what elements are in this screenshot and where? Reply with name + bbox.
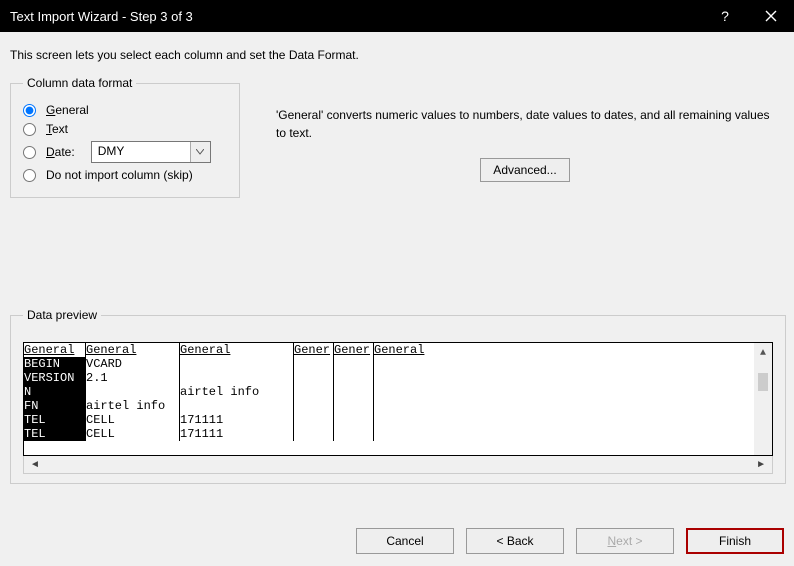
- chevron-down-icon: [190, 142, 210, 162]
- col-header[interactable]: General: [86, 343, 180, 357]
- next-button: Next >: [576, 528, 674, 554]
- col-header[interactable]: General: [374, 343, 754, 357]
- data-preview-legend: Data preview: [23, 308, 101, 322]
- table-cell: CELL: [86, 427, 180, 441]
- table-cell: 171111: [180, 413, 294, 427]
- table-row: Nairtel info: [24, 385, 754, 399]
- scroll-up-icon: ▲: [760, 347, 766, 361]
- col-header[interactable]: Gener: [294, 343, 334, 357]
- table-row: TELCELL171111: [24, 413, 754, 427]
- table-cell: VCARD: [86, 357, 180, 371]
- table-cell: [334, 385, 374, 399]
- data-preview-group: Data preview General General General Gen…: [10, 308, 786, 484]
- preview-vertical-scrollbar[interactable]: ▲: [754, 343, 772, 455]
- table-cell: [294, 371, 334, 385]
- table-cell: N: [24, 385, 86, 399]
- finish-button[interactable]: Finish: [686, 528, 784, 554]
- table-row: FNairtel info: [24, 399, 754, 413]
- scroll-left-icon: ◄: [30, 459, 40, 470]
- table-cell: [374, 399, 754, 413]
- back-button[interactable]: < Back: [466, 528, 564, 554]
- table-cell: [180, 357, 294, 371]
- table-cell: [334, 413, 374, 427]
- table-cell: FN: [24, 399, 86, 413]
- close-button[interactable]: [748, 0, 794, 32]
- column-data-format-group: Column data format General Text Date: DM…: [10, 76, 240, 198]
- col-header[interactable]: General: [24, 343, 86, 357]
- date-format-value: DMY: [92, 142, 190, 162]
- table-cell: [374, 371, 754, 385]
- table-cell: [294, 357, 334, 371]
- cancel-button[interactable]: Cancel: [356, 528, 454, 554]
- table-row: VERSION2.1: [24, 371, 754, 385]
- radio-general-input[interactable]: [23, 104, 36, 117]
- preview-horizontal-scrollbar[interactable]: ◄ ►: [23, 456, 773, 474]
- table-cell: [334, 399, 374, 413]
- table-cell: [294, 385, 334, 399]
- table-cell: [180, 371, 294, 385]
- format-hint-pane: 'General' converts numeric values to num…: [256, 76, 784, 182]
- window-title: Text Import Wizard - Step 3 of 3: [10, 9, 702, 24]
- table-cell: airtel info: [86, 399, 180, 413]
- radio-text-input[interactable]: [23, 123, 36, 136]
- table-cell: [294, 413, 334, 427]
- scroll-thumb[interactable]: [758, 373, 768, 391]
- table-cell: airtel info: [180, 385, 294, 399]
- radio-date-input[interactable]: [23, 146, 36, 159]
- dialog-button-bar: Cancel < Back Next > Finish: [0, 518, 794, 566]
- preview-header-row: General General General Gener Gener Gene…: [24, 343, 754, 357]
- table-cell: 2.1: [86, 371, 180, 385]
- title-bar: Text Import Wizard - Step 3 of 3 ?: [0, 0, 794, 32]
- table-cell: TEL: [24, 427, 86, 441]
- date-format-select[interactable]: DMY: [91, 141, 211, 163]
- table-cell: BEGIN: [24, 357, 86, 371]
- radio-date[interactable]: Date: DMY: [23, 141, 227, 163]
- radio-skip[interactable]: Do not import column (skip): [23, 168, 227, 182]
- table-cell: [374, 357, 754, 371]
- table-cell: [294, 427, 334, 441]
- col-header[interactable]: General: [180, 343, 294, 357]
- radio-general[interactable]: General: [23, 103, 227, 117]
- screen-description: This screen lets you select each column …: [10, 48, 784, 62]
- table-row: BEGINVCARD: [24, 357, 754, 371]
- table-cell: [334, 427, 374, 441]
- table-cell: [374, 427, 754, 441]
- table-cell: CELL: [86, 413, 180, 427]
- table-cell: TEL: [24, 413, 86, 427]
- table-cell: [374, 385, 754, 399]
- radio-text[interactable]: Text: [23, 122, 227, 136]
- table-cell: [334, 357, 374, 371]
- table-row: TELCELL171111: [24, 427, 754, 441]
- table-cell: 171111: [180, 427, 294, 441]
- radio-skip-input[interactable]: [23, 169, 36, 182]
- preview-table: General General General Gener Gener Gene…: [23, 342, 773, 456]
- col-header[interactable]: Gener: [334, 343, 374, 357]
- scroll-right-icon: ►: [756, 459, 766, 470]
- advanced-button[interactable]: Advanced...: [480, 158, 570, 182]
- table-cell: [86, 385, 180, 399]
- table-cell: [374, 413, 754, 427]
- table-cell: [180, 399, 294, 413]
- table-cell: VERSION: [24, 371, 86, 385]
- table-cell: [334, 371, 374, 385]
- format-hint-text: 'General' converts numeric values to num…: [276, 106, 774, 142]
- radio-skip-label: Do not import column (skip): [46, 168, 193, 182]
- help-button[interactable]: ?: [702, 0, 748, 32]
- close-icon: [765, 10, 777, 22]
- column-data-format-legend: Column data format: [23, 76, 136, 90]
- dialog-content: This screen lets you select each column …: [0, 32, 794, 518]
- table-cell: [294, 399, 334, 413]
